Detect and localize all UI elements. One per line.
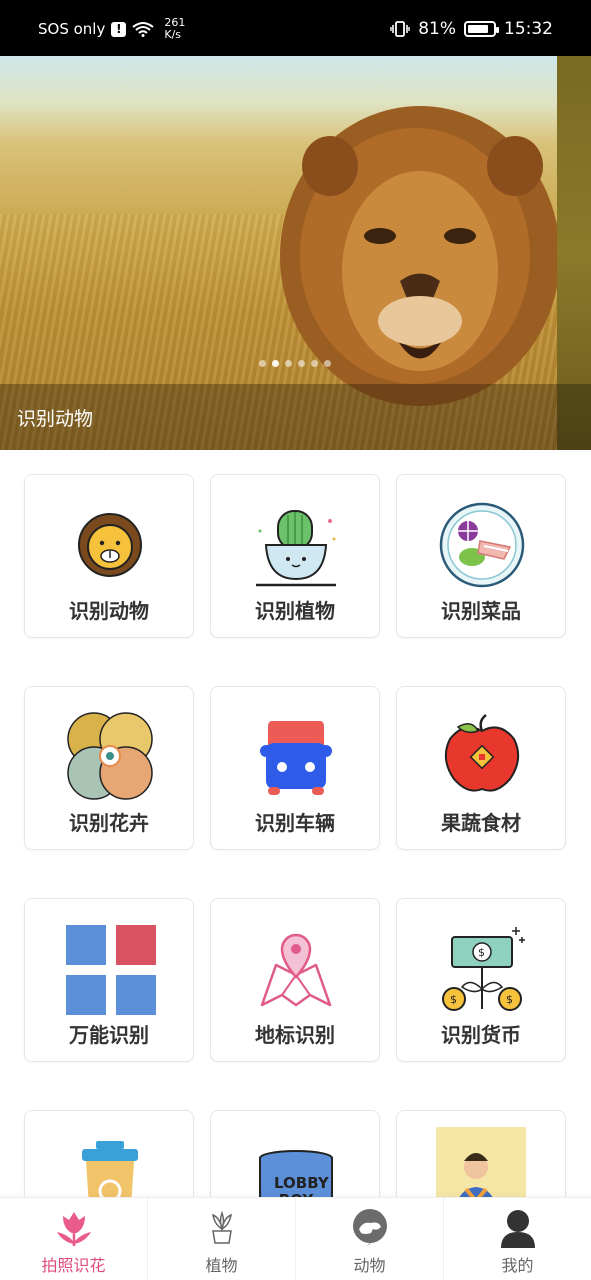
card-identify-plant[interactable]: 识别植物 (210, 474, 380, 638)
card-label: 果蔬食材 (441, 811, 521, 835)
clock: 15:32 (504, 19, 553, 39)
card-label: 识别货币 (441, 1023, 521, 1047)
carousel-dot[interactable] (311, 360, 318, 367)
banner-carousel[interactable]: 识别动物 (0, 56, 591, 450)
user-icon (496, 1206, 540, 1250)
svg-text:$: $ (506, 993, 513, 1006)
wifi-icon (132, 22, 154, 37)
currency-icon: $ $ $ (432, 923, 532, 1015)
carrier-text: SOS only (38, 20, 106, 38)
cactus-icon (246, 499, 346, 591)
card-label: 万能识别 (69, 1023, 149, 1047)
battery-percent: 81% (418, 19, 456, 39)
potted-plant-icon (200, 1206, 244, 1250)
dish-icon (432, 499, 532, 591)
tab-label: 动物 (353, 1256, 386, 1275)
net-speed-unit: K/s (164, 28, 182, 41)
grid-icon (60, 923, 160, 1015)
card-label: 地标识别 (255, 1023, 335, 1047)
card-label: 识别花卉 (69, 811, 149, 835)
carousel-dot[interactable] (298, 360, 305, 367)
net-speed: 261 K/s (164, 17, 185, 41)
svg-text:$: $ (450, 993, 457, 1006)
battery-icon (464, 21, 499, 37)
carousel-dot-active[interactable] (272, 360, 279, 367)
status-bar: SOS only ! 261 K/s 81% 15:32 (0, 0, 591, 58)
flower-icon (60, 711, 160, 803)
carousel-dot[interactable] (324, 360, 331, 367)
card-identify-dish[interactable]: 识别菜品 (396, 474, 566, 638)
vibrate-icon (390, 21, 410, 37)
carousel-dot[interactable] (259, 360, 266, 367)
screen: SOS only ! 261 K/s 81% 15:32 识别动物 识别动物 识… (0, 0, 591, 1280)
tab-photo-flower[interactable]: 拍照识花 (0, 1198, 148, 1280)
apple-icon (432, 711, 532, 803)
card-identify-animal[interactable]: 识别动物 (24, 474, 194, 638)
svg-text:$: $ (478, 946, 485, 959)
card-label: 识别菜品 (441, 599, 521, 623)
monkey-icon (348, 1206, 392, 1250)
card-fruit-vegetable[interactable]: 果蔬食材 (396, 686, 566, 850)
carousel-dot[interactable] (285, 360, 292, 367)
car-icon (246, 711, 346, 803)
tab-mine[interactable]: 我的 (444, 1198, 591, 1280)
tab-plant[interactable]: 植物 (148, 1198, 296, 1280)
card-label: 识别车辆 (255, 811, 335, 835)
bottom-tab-bar: 拍照识花 植物 动物 我的 (0, 1197, 591, 1280)
card-label: 识别动物 (69, 599, 149, 623)
tulip-icon (52, 1206, 96, 1250)
banner-caption: 识别动物 (0, 384, 591, 450)
tab-animal[interactable]: 动物 (296, 1198, 444, 1280)
lion-icon (60, 499, 160, 591)
alert-icon: ! (111, 21, 127, 37)
card-universal-identify[interactable]: 万能识别 (24, 898, 194, 1062)
status-right: 81% 15:32 (390, 19, 553, 39)
tab-label: 植物 (205, 1256, 238, 1275)
card-landmark-identify[interactable]: 地标识别 (210, 898, 380, 1062)
status-left: SOS only ! 261 K/s (38, 17, 185, 41)
landmark-map-icon (246, 923, 346, 1015)
card-label: 识别植物 (255, 599, 335, 623)
card-identify-currency[interactable]: $ $ $ 识别货币 (396, 898, 566, 1062)
carousel-dots (259, 360, 331, 367)
card-identify-vehicle[interactable]: 识别车辆 (210, 686, 380, 850)
tab-label: 拍照识花 (41, 1256, 106, 1275)
tab-label: 我的 (501, 1256, 534, 1275)
card-identify-flower[interactable]: 识别花卉 (24, 686, 194, 850)
